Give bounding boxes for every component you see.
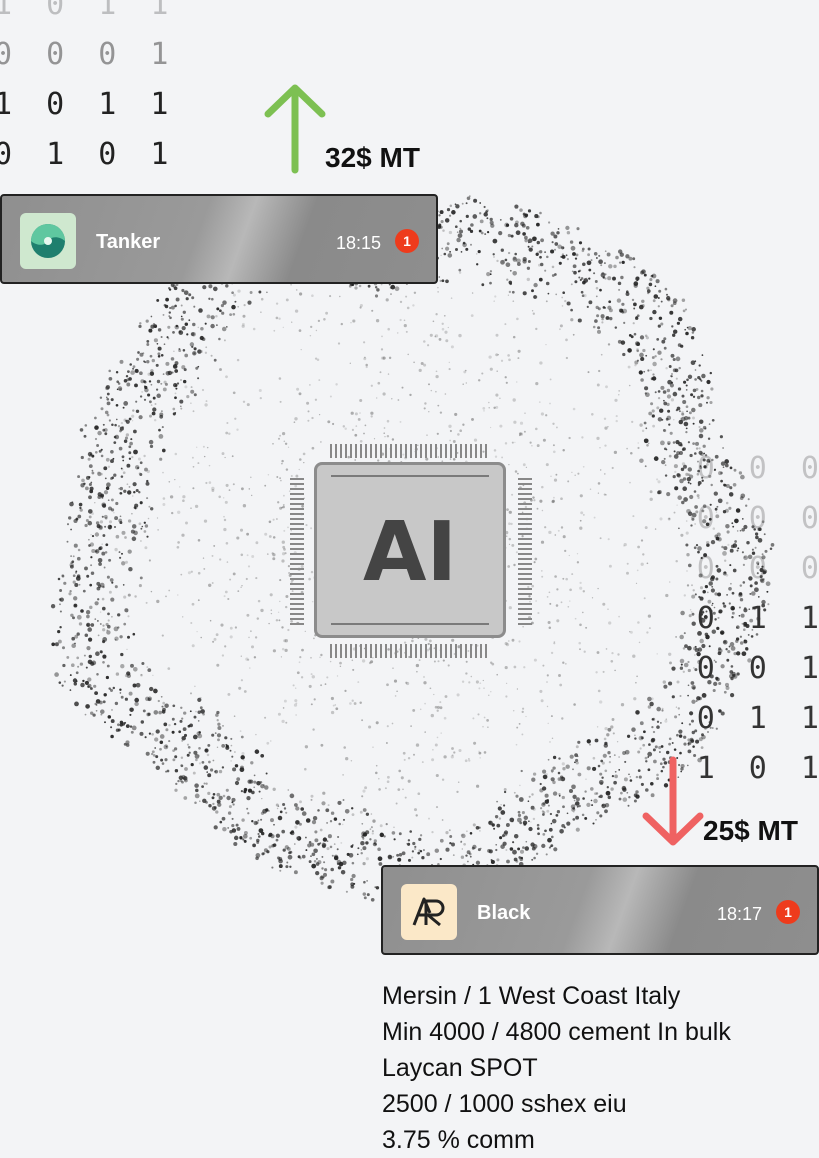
chip-pins-bottom xyxy=(330,644,490,658)
ar-logo-icon xyxy=(401,884,457,940)
chip-line xyxy=(331,623,489,625)
ai-chip: AI xyxy=(314,462,506,638)
message-line: 2500 / 1000 sshex eiu xyxy=(382,1090,627,1118)
swirl-logo-icon xyxy=(20,213,76,269)
chip-line xyxy=(331,475,489,477)
message-line: Mersin / 1 West Coast Italy xyxy=(382,982,681,1010)
price-up-arrow-icon xyxy=(264,84,326,174)
message-line: Laycan SPOT xyxy=(382,1054,538,1082)
chip-pins-top xyxy=(330,444,490,458)
tanker-price: 32$ MT xyxy=(325,142,420,173)
notification-time: 18:15 xyxy=(336,233,382,253)
chip-pins-right xyxy=(518,478,532,628)
message-line: Min 4000 / 4800 cement In bulk xyxy=(382,1018,731,1046)
notification-app-name: Black xyxy=(477,902,531,924)
message-line: 3.75 % comm xyxy=(382,1126,535,1154)
chip-label: AI xyxy=(363,505,457,600)
price-down-arrow-icon xyxy=(642,756,704,846)
black-price: 25$ MT xyxy=(703,815,798,846)
notification-black[interactable]: Black 18:17 1 xyxy=(381,865,819,955)
chip-pins-left xyxy=(290,478,304,628)
unread-badge: 1 xyxy=(776,900,800,924)
unread-badge: 1 xyxy=(395,229,419,253)
binary-digits-right: 0 0 0 0 0 0 0 0 0 0 1 1 0 0 1 0 1 1 1 0 … xyxy=(696,451,819,786)
notification-time: 18:17 xyxy=(717,904,763,924)
cargo-message: Mersin / 1 West Coast Italy Min 4000 / 4… xyxy=(382,978,731,1158)
notification-app-name: Tanker xyxy=(96,231,161,253)
notification-tanker[interactable]: Tanker 18:15 1 xyxy=(0,194,438,284)
binary-digits-left: 1 0 1 1 0 0 0 1 1 0 1 1 0 1 0 1 xyxy=(0,0,177,172)
